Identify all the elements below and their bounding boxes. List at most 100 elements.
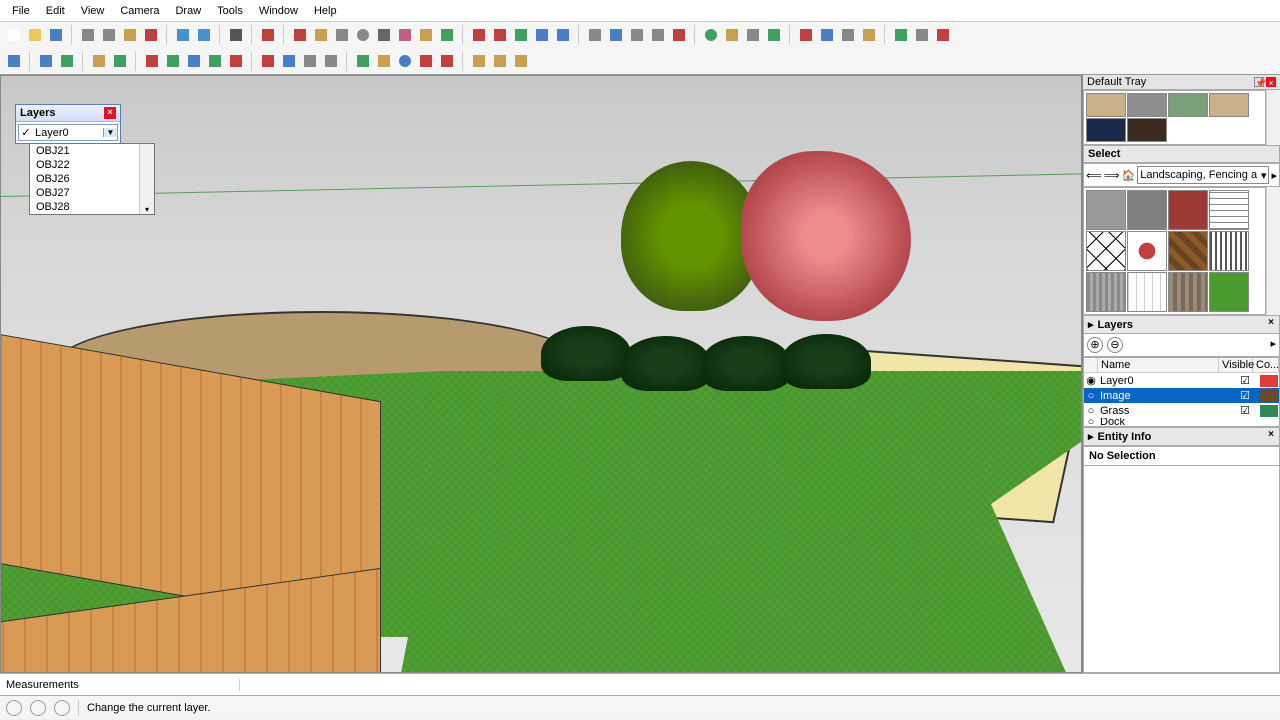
walk2-button[interactable]: [437, 51, 457, 71]
zoom2-button[interactable]: [416, 51, 436, 71]
shape-dd-button[interactable]: [89, 51, 109, 71]
credits-icon[interactable]: [30, 700, 46, 716]
close-icon[interactable]: ×: [1265, 318, 1277, 330]
col-name[interactable]: Name: [1098, 358, 1219, 372]
ext-warehouse-button[interactable]: [374, 51, 394, 71]
layer-name[interactable]: Image: [1098, 390, 1231, 402]
line-dd-button[interactable]: [57, 51, 77, 71]
layer-visible-checkbox[interactable]: ☑: [1231, 389, 1259, 402]
scrollbar[interactable]: [1266, 90, 1280, 145]
material-swatch[interactable]: [1168, 93, 1208, 117]
undo-button[interactable]: [173, 25, 193, 45]
layer-option[interactable]: OBJ26: [30, 172, 154, 186]
scale-button[interactable]: [511, 25, 531, 45]
layer-option[interactable]: OBJ21: [30, 144, 154, 158]
cut-button[interactable]: [78, 25, 98, 45]
sample-button[interactable]: [279, 51, 299, 71]
scale2-button[interactable]: [184, 51, 204, 71]
material-swatch[interactable]: [1086, 190, 1126, 230]
col-visible[interactable]: Visible: [1219, 358, 1253, 372]
collapse-icon[interactable]: ▸: [1088, 318, 1094, 331]
menu-view[interactable]: View: [73, 2, 113, 20]
material-swatch[interactable]: [1127, 272, 1167, 312]
look-around-button[interactable]: [817, 25, 837, 45]
freehand-button[interactable]: [311, 25, 331, 45]
pan-button[interactable]: [722, 25, 742, 45]
menu-help[interactable]: Help: [306, 2, 345, 20]
layer-visible-checkbox[interactable]: ☑: [1231, 404, 1259, 417]
pin-icon[interactable]: 📌: [1254, 77, 1264, 87]
add-layer-button[interactable]: ⊕: [1087, 337, 1103, 353]
orbit-button[interactable]: [701, 25, 721, 45]
layers-panel-title[interactable]: ▸ Layers ×: [1083, 315, 1280, 334]
copy-button[interactable]: [99, 25, 119, 45]
layers-dropdown-list[interactable]: OBJ21OBJ22OBJ26OBJ27OBJ28 ▾: [29, 143, 155, 215]
menu-draw[interactable]: Draw: [167, 2, 209, 20]
push2-button[interactable]: [226, 51, 246, 71]
active-layer-radio[interactable]: ○: [1084, 390, 1098, 402]
tray-header[interactable]: Default Tray 📌×: [1083, 75, 1280, 90]
offset-button[interactable]: [532, 25, 552, 45]
layer-option[interactable]: OBJ28: [30, 200, 154, 214]
material-swatch[interactable]: [1209, 190, 1249, 230]
material-swatch[interactable]: [1168, 190, 1208, 230]
paste-button[interactable]: [120, 25, 140, 45]
rectangle-button[interactable]: [332, 25, 352, 45]
layer-row[interactable]: ○Dock: [1084, 418, 1279, 426]
rotate2-button[interactable]: [163, 51, 183, 71]
preview-3d-button[interactable]: [933, 25, 953, 45]
pie-button[interactable]: [416, 25, 436, 45]
layers-toolbar[interactable]: Layers × ✓ Layer0 ▼: [15, 104, 121, 144]
layers-toolbar-header[interactable]: Layers ×: [16, 105, 120, 122]
toggle-terrain-button[interactable]: [912, 25, 932, 45]
line-button[interactable]: [290, 25, 310, 45]
layer-color-swatch[interactable]: [1260, 405, 1278, 417]
sandbox3-button[interactable]: [511, 51, 531, 71]
entity-info-title[interactable]: ▸ Entity Info ×: [1083, 427, 1280, 446]
material-swatch[interactable]: [1127, 118, 1167, 142]
zoom-button[interactable]: [743, 25, 763, 45]
follow-me-button[interactable]: [585, 25, 605, 45]
text-tool-button[interactable]: [300, 51, 320, 71]
material-swatch[interactable]: [1127, 190, 1167, 230]
current-layer-combo[interactable]: ✓ Layer0 ▼: [18, 124, 118, 141]
layers-menu-icon[interactable]: ▸: [1270, 337, 1276, 353]
3d-warehouse-button[interactable]: [353, 51, 373, 71]
walk-button[interactable]: [838, 25, 858, 45]
move-button[interactable]: [469, 25, 489, 45]
select-button[interactable]: [4, 51, 24, 71]
layer-row[interactable]: ○Image☑: [1084, 388, 1279, 403]
push-pull-button[interactable]: [553, 25, 573, 45]
arc-button[interactable]: [395, 25, 415, 45]
scrollbar[interactable]: [1266, 187, 1280, 315]
home-icon[interactable]: 🏠: [1122, 169, 1136, 182]
layer-name[interactable]: Grass: [1098, 405, 1231, 417]
material-swatch[interactable]: [1086, 272, 1126, 312]
menu-camera[interactable]: Camera: [112, 2, 167, 20]
layer-option[interactable]: OBJ22: [30, 158, 154, 172]
add-location-button[interactable]: [891, 25, 911, 45]
material-swatch[interactable]: [1086, 118, 1126, 142]
layer-row[interactable]: ○Grass☑: [1084, 403, 1279, 418]
layer-name[interactable]: Layer0: [1098, 375, 1231, 387]
layer-color-swatch[interactable]: [1260, 375, 1278, 387]
print-button[interactable]: [226, 25, 246, 45]
menu-file[interactable]: File: [4, 2, 38, 20]
material-swatch[interactable]: [1168, 231, 1208, 271]
material-swatch[interactable]: [1086, 231, 1126, 271]
delete-button[interactable]: [141, 25, 161, 45]
material-swatch[interactable]: [1209, 93, 1249, 117]
material-swatch[interactable]: [1209, 272, 1249, 312]
viewport-3d[interactable]: TOOL SHED Layers × ✓ Layer0 ▼ OBJ21OBJ22…: [0, 75, 1082, 673]
save-button[interactable]: [46, 25, 66, 45]
open-button[interactable]: [25, 25, 45, 45]
menu-edit[interactable]: Edit: [38, 2, 73, 20]
select-panel-title[interactable]: Select: [1083, 145, 1280, 163]
layer-option[interactable]: OBJ27: [30, 186, 154, 200]
position-camera-button[interactable]: [796, 25, 816, 45]
tape-button[interactable]: [648, 25, 668, 45]
circle-button[interactable]: [353, 25, 373, 45]
scrollbar[interactable]: ▾: [139, 144, 154, 214]
redo-button[interactable]: [194, 25, 214, 45]
sandbox1-button[interactable]: [469, 51, 489, 71]
